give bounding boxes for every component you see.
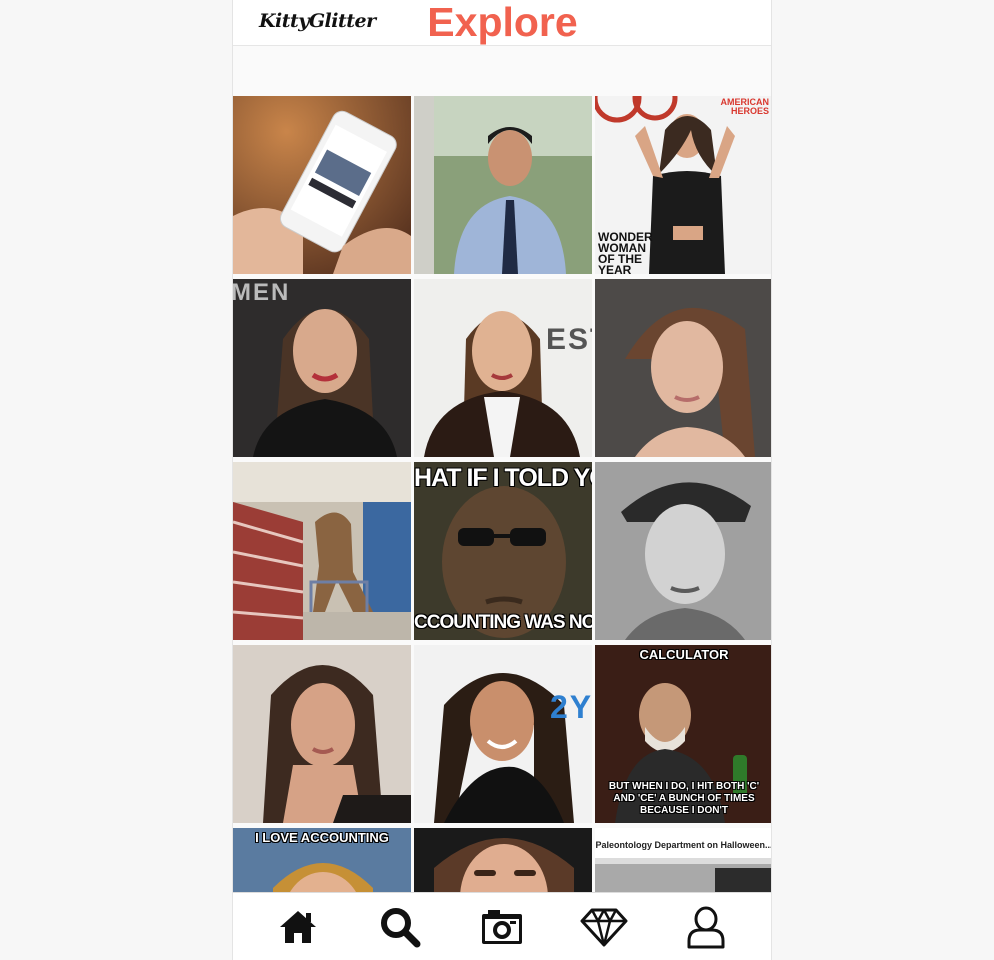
grid-tile-magazine-cover[interactable]: AMERICAN HEROES WONDER WOMAN OF THE YEAR (595, 96, 771, 274)
meme-bottom-caption: CCOUNTING WAS NOT (414, 612, 592, 633)
woman-bw-portrait-image (595, 462, 771, 640)
tab-home[interactable] (274, 903, 322, 951)
grid-tile-woman-portrait-2[interactable]: EST (414, 279, 592, 457)
cover-title-text: AMERICAN HEROES (720, 97, 770, 116)
tab-profile[interactable] (682, 903, 730, 951)
backdrop-text: EST (546, 323, 592, 356)
cover-headline-text: WONDER WOMAN OF THE YEAR (598, 230, 653, 274)
bottom-tab-bar (233, 892, 771, 960)
woman-portrait-5-image (414, 645, 592, 823)
man-in-tie-image (414, 96, 592, 274)
grid-tile-man-in-tie[interactable] (414, 96, 592, 274)
grid-tile-woman-portrait-1[interactable]: MEN (233, 279, 411, 457)
tab-search[interactable] (376, 903, 424, 951)
meme-top-caption: Paleontology Department on Halloween... (595, 840, 772, 850)
grid-tile-woman-portrait-3[interactable] (595, 279, 771, 457)
grid-tile-dinosaur-grocery[interactable] (233, 462, 411, 640)
app-screen: KittyGlitter Explore AMERICAN HEROES WON… (232, 0, 772, 960)
meme-top-caption: HAT IF I TOLD YO (414, 464, 592, 492)
profile-icon (687, 906, 725, 948)
backdrop-text: 2Y (550, 689, 592, 725)
camera-icon (482, 909, 522, 944)
top-header: KittyGlitter Explore (233, 0, 771, 46)
meme-top-caption: CALCULATOR (639, 647, 729, 662)
grid-tile-meme-calculator[interactable]: CALCULATOR BUT WHEN I DO, I HIT BOTH 'C'… (595, 645, 771, 823)
woman-portrait-3-image (595, 279, 771, 457)
home-icon (280, 910, 316, 943)
meme-bottom-caption: BUT WHEN I DO, I HIT BOTH 'C' AND 'CE' A… (608, 781, 760, 816)
grid-tile-meme-what-if[interactable]: HAT IF I TOLD YO CCOUNTING WAS NOT (414, 462, 592, 640)
tab-camera[interactable] (478, 903, 526, 951)
meme-top-caption: I LOVE ACCOUNTING (255, 830, 389, 845)
phone-shopping-image (233, 96, 411, 274)
backdrop-text: MEN (233, 279, 291, 306)
grid-tile-phone-shopping[interactable] (233, 96, 411, 274)
woman-portrait-4-image (233, 645, 411, 823)
woman-portrait-2-image (414, 279, 592, 457)
explore-grid: AMERICAN HEROES WONDER WOMAN OF THE YEAR… (233, 96, 772, 960)
diamond-icon (580, 908, 628, 946)
grid-tile-woman-bw-portrait[interactable] (595, 462, 771, 640)
grid-tile-woman-portrait-5[interactable]: 2Y (414, 645, 592, 823)
page-title: Explore (427, 0, 578, 45)
grid-tile-woman-portrait-4[interactable] (233, 645, 411, 823)
search-icon (381, 907, 421, 947)
dinosaur-grocery-image (233, 462, 411, 640)
tab-diamond[interactable] (580, 903, 628, 951)
